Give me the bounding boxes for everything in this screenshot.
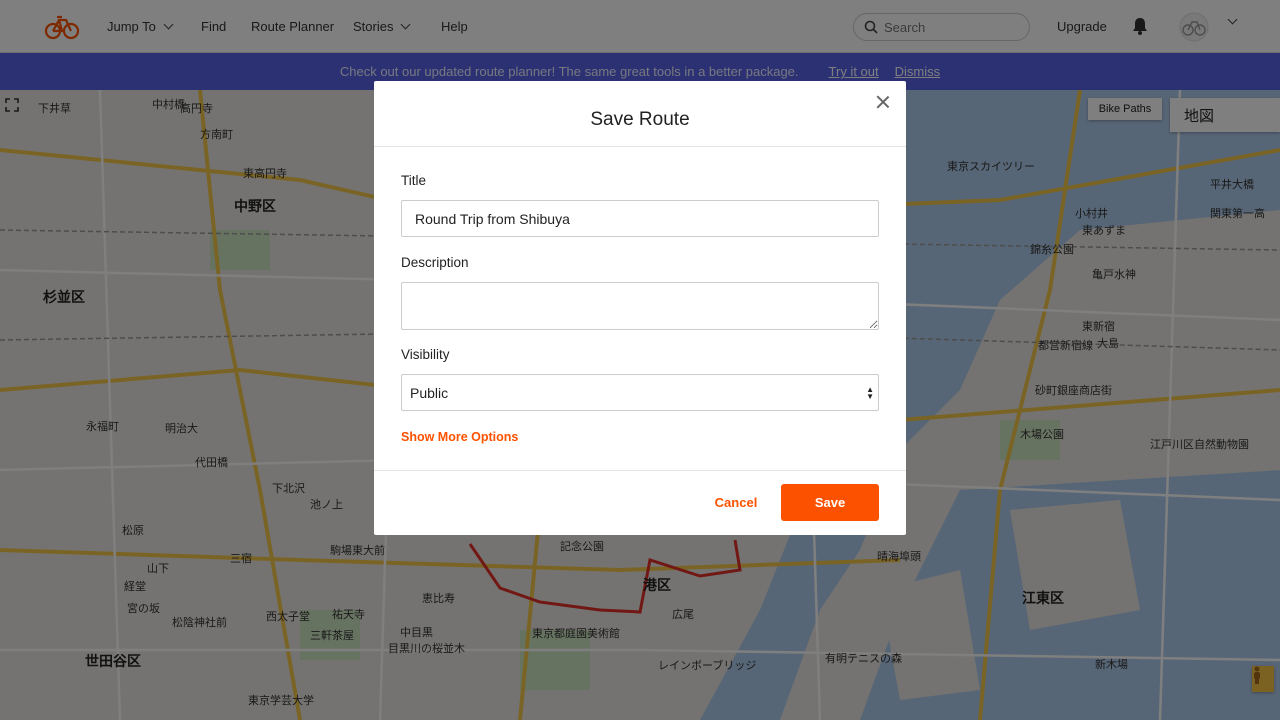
description-input[interactable] (401, 282, 879, 330)
dialog-title: Save Route (590, 108, 690, 130)
title-label: Title (401, 173, 427, 188)
dialog-header: Save Route (374, 81, 906, 147)
visibility-label: Visibility (401, 347, 450, 362)
visibility-select[interactable]: Public ▲ ▼ (401, 374, 879, 411)
save-button[interactable]: Save (781, 484, 879, 521)
title-input[interactable] (401, 200, 879, 237)
description-label: Description (401, 255, 469, 270)
close-icon[interactable] (876, 95, 890, 109)
show-more-options-link[interactable]: Show More Options (401, 430, 518, 444)
save-route-dialog: Save Route Title Description Visibility … (374, 81, 906, 535)
divider (374, 470, 906, 471)
cancel-button[interactable]: Cancel (706, 484, 766, 521)
select-arrows-icon: ▲ ▼ (866, 385, 874, 401)
visibility-value: Public (410, 384, 449, 401)
